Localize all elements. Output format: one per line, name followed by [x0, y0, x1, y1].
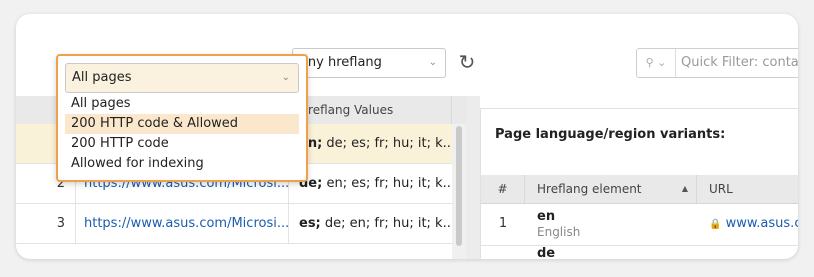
row-url-text: www.asus.c [725, 216, 798, 231]
table-row[interactable]: 1 en English 🔒 www.asus.c [481, 204, 798, 246]
option-200-http-code[interactable]: 200 HTTP code [65, 134, 299, 154]
header-url[interactable]: URL [697, 175, 798, 203]
page-filter-options: All pages 200 HTTP code & Allowed 200 HT… [65, 94, 299, 174]
hreflang-filter-value: Any hreflang [299, 55, 382, 70]
chevron-down-icon: ⌄ [281, 72, 290, 83]
hreflang-rest: de; es; fr; hu; it; k... [322, 136, 452, 151]
main-card: Any hreflang ⌄ ↻ ⚲ ⌄ Quick Filter: conta… [16, 14, 798, 259]
option-allowed-for-indexing[interactable]: Allowed for indexing [65, 154, 299, 174]
header-number[interactable]: # [481, 175, 525, 203]
row-url[interactable]: https://www.asus.com/Microsi... [76, 204, 289, 244]
panel-title: Page language/region variants: [495, 127, 726, 142]
quick-filter-placeholder: Quick Filter: conta [681, 55, 798, 70]
table-row[interactable]: 3 https://www.asus.com/Microsi... es; de… [16, 204, 452, 244]
row-number: 3 [16, 204, 76, 244]
scrollbar-thumb[interactable] [456, 126, 462, 246]
row-lang-code: en [537, 209, 556, 224]
header-hreflang-values[interactable]: Hreflang Values [289, 96, 452, 124]
page-filter-dropdown[interactable]: All pages ⌄ All pages 200 HTTP code & Al… [56, 54, 308, 182]
refresh-icon[interactable]: ↻ [456, 49, 478, 75]
table-row[interactable]: de [481, 246, 798, 259]
lock-icon: 🔒 [709, 219, 722, 230]
row-hreflang-values: es; de; en; fr; hu; it; k... [289, 204, 452, 244]
row-lang-name: English [537, 225, 581, 239]
header-hreflang-element[interactable]: Hreflang element ▲ [525, 175, 697, 203]
row-url[interactable]: 🔒 www.asus.c [709, 216, 798, 231]
page-filter-value: All pages [72, 70, 132, 85]
hreflang-primary: es; [299, 216, 321, 231]
variants-grid-header: # Hreflang element ▲ URL [481, 175, 798, 204]
hreflang-filter-select[interactable]: Any hreflang ⌄ [292, 48, 446, 78]
header-hreflang-element-label: Hreflang element [537, 182, 642, 196]
row-lang-code: de [537, 246, 556, 259]
chevron-down-icon: ⌄ [428, 57, 437, 68]
hreflang-rest: de; en; fr; hu; it; k... [320, 216, 452, 231]
quick-filter-input[interactable]: ⚲ ⌄ Quick Filter: conta [636, 48, 798, 78]
language-variants-panel: Page language/region variants: # Hreflan… [480, 108, 798, 259]
sort-ascending-icon: ▲ [681, 184, 688, 193]
option-all-pages[interactable]: All pages [65, 94, 299, 114]
row-hreflang-values: de; en; es; fr; hu; it; k... [289, 164, 452, 204]
hreflang-rest: en; es; fr; hu; it; k... [322, 176, 452, 191]
panel-divider[interactable] [466, 96, 480, 259]
page-filter-select[interactable]: All pages ⌄ [65, 63, 299, 93]
search-icon[interactable]: ⚲ ⌄ [637, 49, 676, 77]
row-number: 1 [498, 216, 508, 231]
option-200-and-allowed[interactable]: 200 HTTP code & Allowed [65, 114, 299, 134]
row-hreflang-values: en; de; es; fr; hu; it; k... [289, 124, 452, 164]
